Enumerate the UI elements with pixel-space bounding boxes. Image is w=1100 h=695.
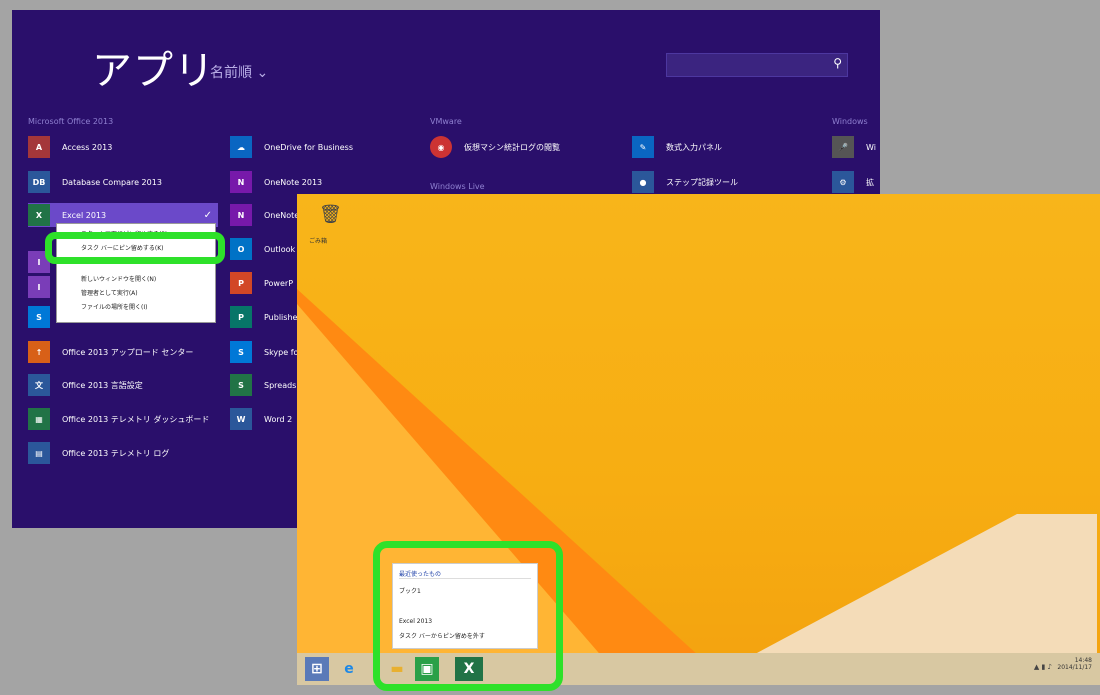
app-item[interactable]: 文 Office 2013 言語設定 [28,373,143,397]
app-item[interactable]: 🎤 Wi [832,135,876,159]
clock[interactable]: 14:48 2014/11/17 [1057,657,1092,671]
menu-item-new-window[interactable]: 新しいウィンドウを開く(N) [81,274,156,283]
check-icon: ✓ [203,209,212,221]
group-header: Windows [832,117,868,126]
app-tile-icon: N [230,171,252,193]
app-item[interactable]: ↑ Office 2013 アップロード センター [28,340,193,364]
microphone-icon: 🎤 [832,136,854,158]
app-tile-icon: S [230,341,252,363]
app-item[interactable]: P Publishe [230,305,297,329]
app-item[interactable]: ◉ 仮想マシン統計ログの閲覧 [430,135,560,159]
menu-item-open-location[interactable]: ファイルの場所を開く(I) [81,302,147,311]
app-tile-icon: P [230,306,252,328]
start-icon[interactable]: ⊞ [305,657,329,681]
highlight-box [45,232,225,264]
app-tile-icon: ▦ [28,408,50,430]
app-item[interactable]: DB Database Compare 2013 [28,170,162,194]
record-icon: ● [632,171,654,193]
app-tile-icon: A [28,136,50,158]
app-tile-icon: ▤ [28,442,50,464]
page-title: アプリ [92,48,215,94]
cloud-icon: ☁ [230,136,252,158]
pen-icon: ✎ [632,136,654,158]
app-item[interactable]: ▤ Office 2013 テレメトリ ログ [28,441,169,465]
app-item[interactable]: S Spreads [230,373,296,397]
app-tile-icon: S [230,374,252,396]
app-tile-icon: DB [28,171,50,193]
app-tile-icon: S [28,306,50,328]
app-item[interactable]: N OneNote 2013 [230,170,322,194]
app-item[interactable]: P PowerP [230,271,293,295]
app-tile-icon: W [230,408,252,430]
search-icon[interactable]: ⚲ [833,56,842,70]
app-item[interactable]: ▦ Office 2013 テレメトリ ダッシュボード [28,407,209,431]
app-item[interactable]: ✎ 数式入力パネル [632,135,722,159]
app-tile-icon: ◉ [430,136,452,158]
app-tile-icon: P [230,272,252,294]
app-item[interactable]: ☁ OneDrive for Business [230,135,353,159]
gear-icon: ⚙ [832,171,854,193]
search-input[interactable]: ⚲ [666,53,848,77]
highlight-box [373,541,563,691]
app-tile-icon: N [230,204,252,226]
app-item[interactable]: A Access 2013 [28,135,112,159]
app-item[interactable]: S Skype fo [230,340,298,364]
app-tile-icon: 文 [28,374,50,396]
app-item[interactable]: O Outlook [230,237,295,261]
app-item[interactable]: W Word 2 [230,407,292,431]
app-item[interactable]: ⚙ 拡 [832,170,874,194]
app-item[interactable]: ● ステップ記録ツール [632,170,738,194]
menu-item-run-admin[interactable]: 管理者として実行(A) [81,288,138,297]
app-tile-icon: I [28,276,50,298]
app-item[interactable]: N OneNote [230,203,299,227]
app-tile-icon: O [230,238,252,260]
app-tile-icon: X [28,204,50,226]
sort-dropdown[interactable]: 名前順 ⌄ [210,62,268,82]
tray-icons[interactable]: ▲ ▮ ♪ [1034,663,1052,671]
internet-explorer-icon[interactable]: e [337,657,361,681]
group-header: VMware [430,117,462,126]
group-header: Microsoft Office 2013 [28,117,114,126]
group-header: Windows Live [430,182,485,191]
recycle-bin-label: ごみ箱 [309,238,328,245]
recycle-bin-icon[interactable]: 🗑 [319,204,342,232]
app-tile-icon: ↑ [28,341,50,363]
